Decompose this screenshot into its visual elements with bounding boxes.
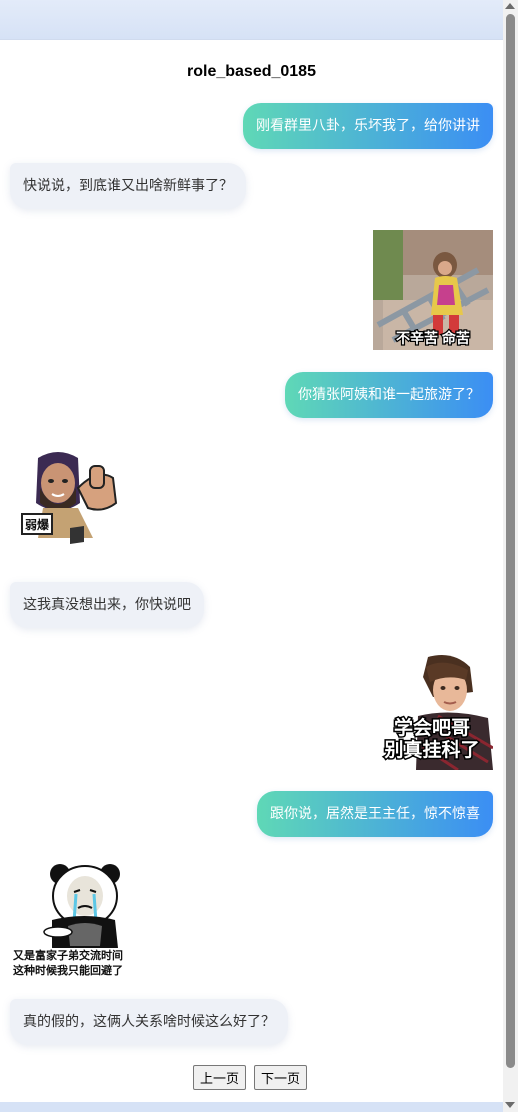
header-band (0, 0, 503, 40)
panda-crying-sticker: 又是富家子弟交流时间 这种时候我只能回避了 (10, 860, 135, 980)
sticker-caption-line2: 这种时候我只能回避了 (13, 963, 123, 977)
next-page-button[interactable]: 下一页 (254, 1065, 308, 1090)
sticker-caption-line1: 又是富家子弟交流时间 (12, 948, 123, 962)
page-title: role_based_0185 (187, 63, 316, 80)
sticker-caption: 不辛苦 命苦 (396, 330, 470, 346)
scroll-down-arrow-icon[interactable] (505, 1102, 515, 1108)
message-bubble-sent: 你猜张阿姨和谁一起旅游了？ (285, 372, 493, 418)
footer-band (0, 1102, 503, 1112)
sticker-caption: 弱爆 (25, 517, 50, 532)
message-bubble-received: 这我真没想出来，你快说吧 (10, 582, 204, 628)
monkey-sticker: 不辛苦 命苦 (373, 230, 493, 350)
bearded-man-thumbs-down-sticker: 弱爆 (18, 448, 122, 548)
prev-page-button[interactable]: 上一页 (193, 1065, 247, 1090)
scrollbar-thumb[interactable] (506, 14, 515, 1068)
scroll-up-arrow-icon[interactable] (505, 3, 515, 9)
sticker-caption-line1: 学会吧哥 (394, 716, 470, 739)
message-bubble-received: 真的假的，这俩人关系啥时候这么好了？ (10, 999, 288, 1045)
message-bubble-sent: 刚看群里八卦，乐坏我了，给你讲讲 (243, 103, 493, 149)
boy-sticker: 学会吧哥 别真挂科了 (378, 652, 493, 770)
message-bubble-sent: 跟你说，居然是王主任，惊不惊喜 (257, 791, 493, 837)
sticker-caption-line2: 别真挂科了 (383, 738, 479, 761)
message-bubble-received: 快说说，到底谁又出啥新鲜事了？ (10, 163, 246, 209)
